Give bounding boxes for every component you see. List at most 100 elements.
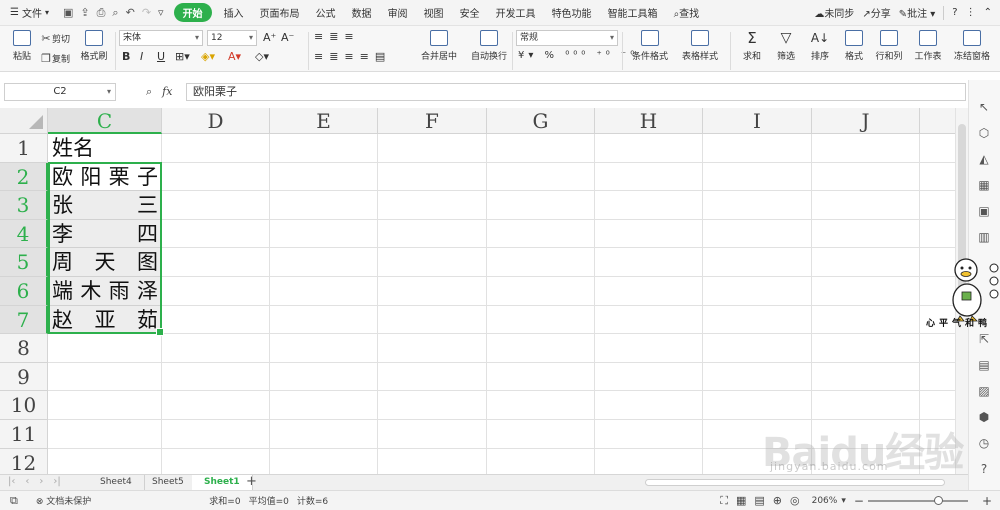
grid-cell[interactable]	[378, 162, 487, 192]
grid-cell[interactable]	[270, 334, 378, 363]
row-col-button[interactable]: 行和列	[870, 30, 908, 62]
grid-cell[interactable]	[48, 391, 162, 420]
grid-cell[interactable]	[812, 134, 920, 163]
grid-cell[interactable]	[378, 191, 487, 220]
grid-cell[interactable]	[270, 420, 378, 449]
grid-cell[interactable]	[487, 362, 595, 392]
grid-cell[interactable]	[162, 391, 270, 420]
grid-cell[interactable]	[920, 334, 955, 363]
number-format-icons[interactable]: ¥▾ % ⁰⁰⁰ ⁺⁰ ⁻⁰	[518, 50, 638, 61]
grid-cell[interactable]	[270, 391, 378, 420]
italic-icon[interactable]: I	[140, 50, 143, 63]
tab-insert[interactable]: 插入	[216, 5, 252, 20]
grid-cell[interactable]	[162, 448, 270, 474]
bold-icon[interactable]: B	[122, 50, 130, 63]
grid-cell[interactable]	[378, 248, 487, 277]
grid-cell[interactable]	[487, 248, 595, 277]
share-button[interactable]: ↗分享	[862, 5, 890, 20]
grid-cell[interactable]	[920, 191, 955, 220]
grid-cell[interactable]	[270, 134, 378, 163]
grid-cell[interactable]	[703, 162, 812, 192]
row-header-9[interactable]: 9	[0, 362, 48, 392]
column-header-j[interactable]: J	[812, 108, 920, 134]
grid-cell[interactable]	[378, 277, 487, 306]
grid-cell[interactable]	[162, 162, 270, 192]
tab-formula[interactable]: 公式	[308, 5, 344, 20]
grid-cell[interactable]	[48, 334, 162, 363]
scroll-thumb[interactable]	[645, 479, 945, 486]
font-size-select[interactable]: 12	[207, 30, 257, 46]
grid-cell[interactable]	[595, 362, 703, 392]
grid-cell[interactable]	[920, 220, 955, 249]
grid-cell[interactable]	[595, 420, 703, 449]
sheet-tab-sheet4[interactable]: Sheet4	[88, 475, 145, 490]
grid-cell[interactable]	[920, 134, 955, 163]
archive-icon[interactable]: ▤	[977, 358, 991, 372]
column-header-d[interactable]: D	[162, 108, 270, 134]
grid-cell[interactable]	[703, 248, 812, 277]
customize-icon[interactable]: ▿	[158, 6, 164, 20]
collapse-ribbon-icon[interactable]: ⌃	[984, 7, 992, 18]
grid-cell[interactable]	[595, 305, 703, 335]
grid-cell[interactable]	[270, 248, 378, 277]
tab-security[interactable]: 安全	[452, 5, 488, 20]
first-sheet-icon[interactable]: |‹	[8, 476, 15, 487]
grid-cell[interactable]	[595, 191, 703, 220]
row-header-5[interactable]: 5	[0, 248, 48, 277]
grid-cell[interactable]	[812, 362, 920, 392]
grid-cell[interactable]	[703, 334, 812, 363]
layout-icon[interactable]: ⧉	[10, 494, 18, 508]
preview-icon[interactable]: ⌕	[112, 6, 118, 20]
vertical-align-icons[interactable]: ≡≣≡	[314, 30, 360, 43]
zoom-knob[interactable]	[934, 496, 943, 505]
formula-input[interactable]: 欧阳栗子	[186, 83, 966, 101]
row-header-3[interactable]: 3	[0, 191, 48, 220]
grid-cell[interactable]	[270, 305, 378, 335]
row-header-6[interactable]: 6	[0, 277, 48, 306]
help-icon[interactable]: ?	[977, 462, 991, 476]
next-sheet-icon[interactable]: ›	[39, 476, 43, 487]
paste-button[interactable]: 粘贴	[0, 30, 44, 62]
grid-cell[interactable]	[378, 305, 487, 335]
grid-cell[interactable]	[703, 305, 812, 335]
redo-icon[interactable]: ↷	[142, 6, 151, 20]
grid-cell[interactable]	[595, 219, 703, 249]
grid-cell[interactable]	[378, 448, 487, 474]
last-sheet-icon[interactable]: ›|	[53, 476, 60, 487]
grid-cell[interactable]	[378, 134, 487, 163]
fill-color-icon[interactable]: ◈▾	[201, 50, 215, 63]
row-header-8[interactable]: 8	[0, 334, 48, 363]
grid-cell[interactable]	[162, 334, 270, 363]
tab-data[interactable]: 数据	[344, 5, 380, 20]
export-icon[interactable]: ⇱	[977, 332, 991, 346]
more-icon[interactable]: ⋮	[966, 7, 976, 18]
grid-cell[interactable]	[378, 391, 487, 420]
cell-c3[interactable]: 张三	[52, 191, 158, 219]
grid-cell[interactable]	[162, 362, 270, 392]
column-header-i[interactable]: I	[703, 108, 812, 134]
table-icon[interactable]: ▦	[977, 178, 991, 192]
merge-center-button[interactable]: 合并居中	[414, 30, 464, 62]
export-icon[interactable]: ⇪	[80, 6, 89, 20]
view-mode-icons[interactable]: ⛶▦▤⊕◎	[720, 494, 807, 508]
grid-cell[interactable]	[378, 420, 487, 449]
grid-cell[interactable]	[270, 191, 378, 220]
history-icon[interactable]: ◷	[977, 436, 991, 450]
conditional-format-button[interactable]: 条件格式	[626, 30, 674, 62]
grid-cell[interactable]	[487, 448, 595, 474]
horizontal-align-icons[interactable]: ≡≣≡≡▤	[314, 50, 391, 63]
image-icon[interactable]: ▨	[977, 384, 991, 398]
grid-cell[interactable]	[812, 391, 920, 420]
grid-cell[interactable]	[595, 277, 703, 306]
grid-cell[interactable]	[48, 448, 162, 474]
grid-cell[interactable]	[812, 219, 920, 249]
prev-sheet-icon[interactable]: ‹	[25, 476, 29, 487]
grid-cell[interactable]	[487, 219, 595, 249]
row-header-12[interactable]: 12	[0, 448, 48, 474]
column-header-k[interactable]	[920, 108, 955, 134]
cell-c1[interactable]: 姓名	[52, 134, 94, 162]
grid-cell[interactable]	[487, 391, 595, 420]
shield-icon[interactable]: ⬢	[977, 410, 991, 424]
zoom-icon[interactable]: ⌕	[146, 85, 152, 99]
clear-icon[interactable]: ◇▾	[255, 50, 269, 63]
